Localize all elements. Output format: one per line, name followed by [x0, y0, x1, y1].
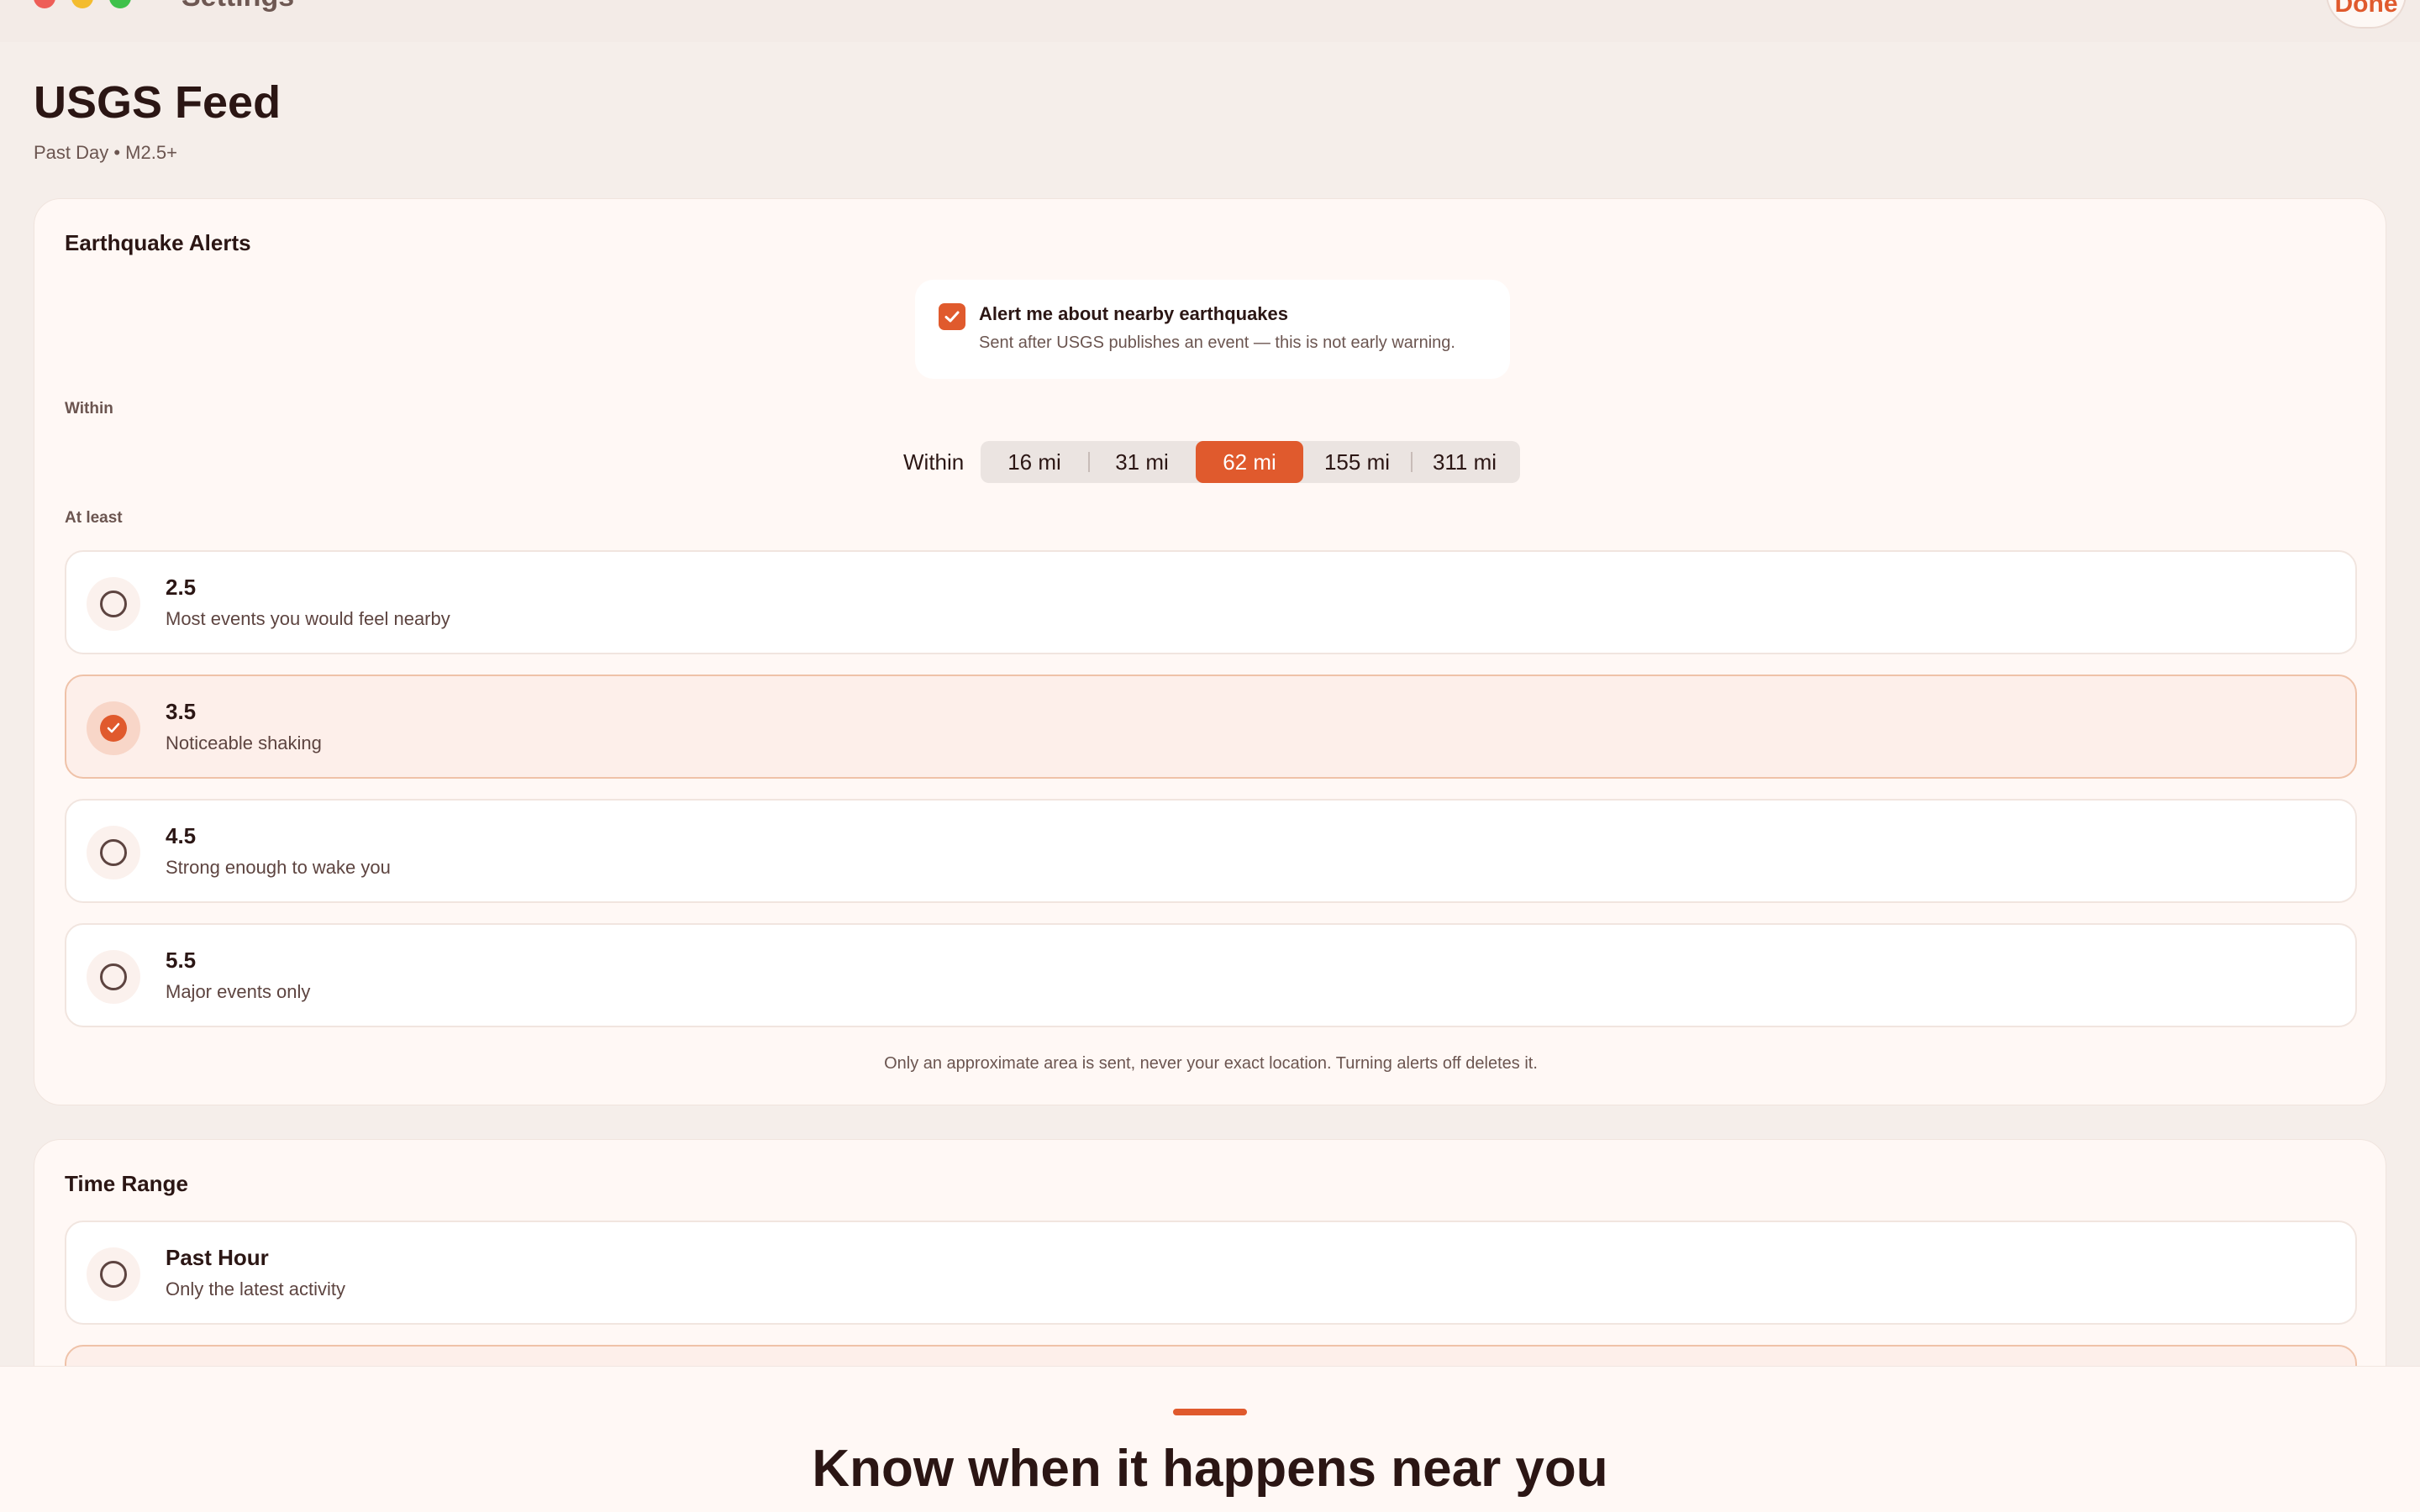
magnitude-option-4-5[interactable]: 4.5 Strong enough to wake you	[65, 799, 2357, 903]
distance-option-62[interactable]: 62 mi	[1196, 441, 1303, 483]
magnitude-description: Major events only	[166, 981, 311, 1002]
alert-consent-box[interactable]: Alert me about nearby earthquakes Sent a…	[915, 280, 1510, 379]
radio-selected-icon	[100, 715, 127, 742]
distance-option-155[interactable]: 155 mi	[1303, 441, 1411, 483]
radio-unselected-icon	[100, 1261, 127, 1288]
radio-background	[87, 826, 140, 879]
alert-consent-label: Alert me about nearby earthquakes	[979, 303, 1289, 324]
distance-segmented-control: 16 mi 31 mi 62 mi 155 mi 311 mi	[981, 441, 1520, 483]
within-section-label: Within	[65, 400, 113, 417]
magnitude-value: 5.5	[166, 948, 197, 973]
radio-background	[87, 1247, 140, 1301]
time-range-label: Past Hour	[166, 1245, 269, 1270]
magnitude-description: Noticeable shaking	[166, 732, 322, 753]
distance-option-311[interactable]: 311 mi	[1411, 441, 1518, 483]
radio-background	[87, 577, 140, 631]
magnitude-option-3-5[interactable]: 3.5 Noticeable shaking	[65, 675, 2357, 779]
radio-unselected-icon	[100, 963, 127, 990]
window-titlebar: Settings Done	[0, 0, 2420, 42]
window-title: Settings	[182, 0, 294, 13]
minimize-window-button[interactable]	[71, 0, 93, 8]
alert-consent-detail: Sent after USGS publishes an event — thi…	[979, 333, 1455, 352]
zoom-window-button[interactable]	[109, 0, 131, 8]
time-range-option-past-hour[interactable]: Past Hour Only the latest activity	[65, 1221, 2357, 1325]
promo-sheet: Know when it happens near you	[0, 1366, 2420, 1512]
promo-tagline: Know when it happens near you	[812, 1440, 1608, 1498]
checkmark-icon	[107, 722, 120, 733]
radio-unselected-icon	[100, 591, 127, 617]
earthquake-alerts-title: Earthquake Alerts	[65, 230, 251, 255]
time-range-description: Only the latest activity	[166, 1278, 345, 1299]
radio-background	[87, 701, 140, 755]
magnitude-value: 2.5	[166, 575, 197, 600]
distance-option-31[interactable]: 31 mi	[1088, 441, 1196, 483]
privacy-note: Only an approximate area is sent, never …	[884, 1054, 1538, 1073]
time-range-title: Time Range	[65, 1171, 188, 1196]
done-button[interactable]: Done	[2326, 0, 2407, 29]
close-window-button[interactable]	[34, 0, 55, 8]
accent-bar	[1173, 1409, 1247, 1415]
alert-consent-checkbox[interactable]	[939, 303, 965, 330]
page-subtitle: Past Day • M2.5+	[34, 142, 177, 163]
page-title: USGS Feed	[34, 77, 281, 128]
earthquake-alerts-card: Earthquake Alerts Alert me about nearby …	[34, 198, 2386, 1105]
magnitude-value: 3.5	[166, 699, 197, 724]
magnitude-section-label: At least	[65, 509, 123, 527]
magnitude-description: Strong enough to wake you	[166, 857, 391, 878]
magnitude-option-2-5[interactable]: 2.5 Most events you would feel nearby	[65, 550, 2357, 654]
radio-background	[87, 950, 140, 1004]
magnitude-option-5-5[interactable]: 5.5 Major events only	[65, 923, 2357, 1027]
radio-unselected-icon	[100, 839, 127, 866]
distance-control-label: Within	[903, 449, 965, 475]
magnitude-value: 4.5	[166, 823, 197, 848]
magnitude-description: Most events you would feel nearby	[166, 608, 450, 629]
checkmark-icon	[944, 311, 960, 323]
distance-option-16[interactable]: 16 mi	[981, 441, 1088, 483]
